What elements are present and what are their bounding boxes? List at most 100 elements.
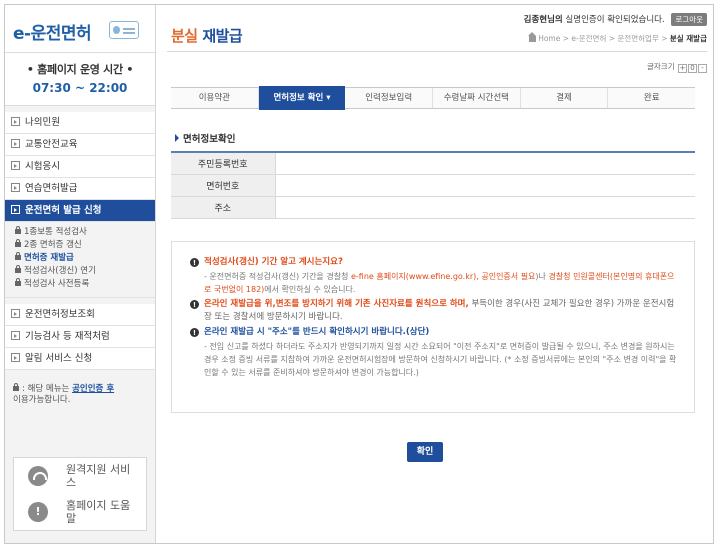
- submenu-label: 적성검사 사전등록: [24, 279, 90, 289]
- tab-personal-info[interactable]: 인력정보입력: [345, 88, 434, 108]
- row-label-license-number: 면허번호: [171, 174, 276, 197]
- notice-item: 온라인 재발급 시 "주소"를 반드시 확인하시기 바랍니다.(상단): [190, 326, 678, 340]
- table-row: 주소: [171, 196, 695, 219]
- left-sidebar: e-운전면허 • 홈페이지 운영 시간 • 07:30 ~ 22:00 나의민원…: [5, 5, 156, 543]
- sidebar-item-label: 기능검사 등 재적처럼: [25, 331, 110, 342]
- submenu-label: 면허증 재발급: [24, 253, 74, 263]
- breadcrumb-current: 분실 재발급: [669, 34, 707, 43]
- confirm-button[interactable]: 확인: [407, 442, 443, 462]
- sidebar-menu-top: 나의민원 교통안전교육 시험응시 연습면허발급 운전면허 발급 신청: [5, 112, 155, 222]
- chevron-right-icon: [11, 309, 20, 318]
- resident-number-value: [275, 152, 695, 175]
- browser-frame: e-운전면허 • 홈페이지 운영 시간 • 07:30 ~ 22:00 나의민원…: [4, 4, 714, 544]
- font-increase-button[interactable]: +: [678, 64, 687, 73]
- lock-icon: [15, 265, 21, 273]
- title-accent: 분실: [171, 27, 198, 45]
- table-row: 면허번호: [171, 174, 695, 197]
- sidebar-item-skill-test[interactable]: 기능검사 등 재적처럼: [5, 326, 155, 348]
- chevron-right-icon: [11, 331, 20, 340]
- service-label: 홈페이지 도움말: [66, 499, 131, 525]
- logout-button[interactable]: 로그아웃: [671, 13, 707, 26]
- section-title: 면허정보확인: [175, 131, 235, 145]
- font-size-label: 글자크기: [647, 62, 675, 71]
- sidebar-item-practice-license[interactable]: 연습면허발급: [5, 178, 155, 200]
- chevron-right-icon: [11, 139, 20, 148]
- font-size-control: 글자크기 +0-: [647, 61, 707, 73]
- breadcrumb: Home > e-운전면허 > 운전면허업무 > 분실 재발급: [528, 32, 707, 44]
- submenu-item-preregister[interactable]: 적성검사 사전등록: [15, 278, 155, 291]
- row-label-address: 주소: [171, 196, 276, 219]
- submenu-item-renewal[interactable]: 2종 면허증 갱신: [15, 239, 155, 252]
- remote-support-button[interactable]: 원격지원 서비스: [14, 458, 146, 494]
- license-card-icon: [109, 21, 139, 39]
- breadcrumb-item[interactable]: 운전면허업무: [617, 34, 658, 43]
- notice-box: 적성검사(갱신) 기간 알고 계시는지요? - 운전면허증 적성검사(갱신) 기…: [171, 241, 695, 413]
- submenu-item-aptitude-test[interactable]: 1종보통 적성검사: [15, 226, 155, 239]
- notice-heading: 온라인 재발급 시 "주소"를 반드시 확인하시기 바랍니다.(상단): [204, 327, 430, 337]
- sidebar-item-license-lookup[interactable]: 운전면허정보조회: [5, 304, 155, 326]
- notice-heading: 적성검사(갱신) 기간 알고 계시는지요?: [204, 257, 343, 267]
- home-icon: [528, 32, 537, 42]
- note-prefix: : 해당 메뉴는: [22, 384, 73, 394]
- chevron-right-icon: [11, 205, 20, 214]
- submenu-item-reissue[interactable]: 면허증 재발급: [15, 252, 155, 265]
- auth-note: : 해당 메뉴는 공인인증 후 이용가능합니다.: [5, 370, 155, 406]
- lock-icon: [13, 383, 19, 391]
- font-decrease-button[interactable]: -: [698, 64, 707, 73]
- sidebar-item-label: 알림 서비스 신청: [25, 353, 93, 364]
- tab-complete[interactable]: 완료: [608, 88, 695, 108]
- license-number-value: [275, 174, 695, 197]
- sidebar-item-label: 교통안전교육: [25, 139, 78, 150]
- notice-detail: - 운전면허증 적성검사(갱신) 기간을 경찰청 e-fine 홈페이지(www…: [190, 270, 678, 296]
- font-reset-button[interactable]: 0: [688, 64, 697, 73]
- notice-text: - 운전면허증 적성검사(갱신) 기간을 경찰청: [204, 272, 351, 281]
- sidebar-menu-bottom: 운전면허정보조회 기능검사 등 재적처럼 알림 서비스 신청: [5, 304, 155, 370]
- submenu-label: 적성검사(갱신) 연기: [24, 266, 96, 276]
- site-logo[interactable]: e-운전면허: [13, 19, 92, 44]
- breadcrumb-item[interactable]: e-운전면허: [571, 34, 606, 43]
- sidebar-item-exam[interactable]: 시험응시: [5, 156, 155, 178]
- notice-detail: - 전입 신고를 하셨다 하더라도 주소지가 반영되기까지 일정 시간 소요되어…: [204, 342, 677, 377]
- sidebar-item-license-issue[interactable]: 운전면허 발급 신청: [5, 200, 155, 222]
- sidebar-item-notification[interactable]: 알림 서비스 신청: [5, 348, 155, 370]
- row-label-resident-number: 주민등록번호: [171, 152, 276, 175]
- sidebar-item-label: 운전면허 발급 신청: [25, 205, 102, 216]
- chevron-right-icon: [11, 353, 20, 362]
- chevron-right-icon: [11, 183, 20, 192]
- submenu-label: 2종 면허증 갱신: [24, 240, 82, 250]
- triangle-right-icon: [175, 134, 179, 142]
- lock-icon: [15, 239, 21, 247]
- tab-terms[interactable]: 이용약관: [171, 88, 259, 108]
- license-info-table: 주민등록번호 면허번호 주소: [171, 151, 695, 219]
- notice-heading: 온라인 재발급을 위,변조를 방지하기 위해 기존 사진자료를 원칙으로 하며,: [204, 299, 469, 309]
- note-suffix: 이용가능합니다.: [13, 395, 71, 405]
- chevron-right-icon: [11, 161, 20, 170]
- section-title-text: 면허정보확인: [183, 134, 236, 145]
- page-title: 분실 재발급: [171, 25, 243, 46]
- notice-item: 온라인 재발급을 위,변조를 방지하기 위해 기존 사진자료를 원칙으로 하며,…: [190, 298, 678, 324]
- user-name: 김종현님의: [523, 15, 563, 25]
- sidebar-submenu: 1종보통 적성검사 2종 면허증 갱신 면허증 재발급 적성검사(갱신) 연기 …: [5, 222, 155, 298]
- tab-payment[interactable]: 결제: [521, 88, 609, 108]
- submenu-item-postpone[interactable]: 적성검사(갱신) 연기: [15, 265, 155, 278]
- lock-icon: [15, 252, 21, 260]
- sidebar-item-safety-education[interactable]: 교통안전교육: [5, 134, 155, 156]
- breadcrumb-home[interactable]: Home: [538, 34, 560, 43]
- sidebar-item-label: 운전면허정보조회: [25, 309, 95, 320]
- hours-time: 07:30 ~ 22:00: [32, 81, 128, 95]
- help-button[interactable]: 홈페이지 도움말: [14, 494, 146, 530]
- alert-icon: [190, 257, 199, 270]
- notice-item: 적성검사(갱신) 기간 알고 계시는지요?: [190, 256, 678, 270]
- sidebar-item-my-requests[interactable]: 나의민원: [5, 112, 155, 134]
- tab-pickup-time[interactable]: 수령날짜 시간선택: [433, 88, 521, 108]
- login-status: 김종현님의 실명인증이 확인되었습니다. 로그아웃: [524, 13, 707, 26]
- info-icon: [28, 502, 48, 522]
- tab-license-check[interactable]: 면허정보 확인 ▾: [258, 86, 346, 110]
- wifi-icon: [28, 466, 48, 486]
- cert-link[interactable]: 공인인증 후: [72, 384, 114, 394]
- address-value: [275, 196, 695, 219]
- title-rest: 재발급: [197, 27, 243, 45]
- login-text: 실명인증이 확인되었습니다.: [562, 15, 665, 25]
- efine-link[interactable]: e-fine 홈페이지(www.efine.go.kr), 공인인증서 필요: [351, 272, 535, 281]
- submenu-label: 1종보통 적성검사: [24, 227, 87, 237]
